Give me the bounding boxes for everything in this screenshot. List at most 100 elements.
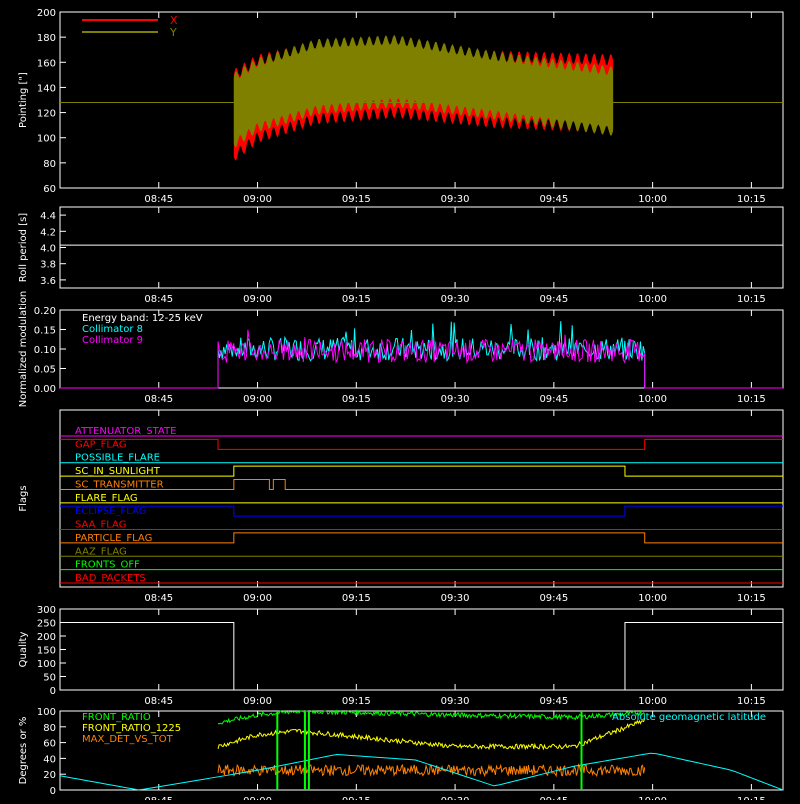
quality-ytick-label: 150 [37, 646, 56, 657]
quality-xtick-label: 10:15 [737, 696, 766, 707]
flag-line-sc-transmitter [60, 478, 783, 490]
flags-xtick-label: 09:30 [441, 593, 470, 604]
modulation-xtick-label: 09:30 [441, 394, 470, 405]
chart-stage: 08:45 09:00 09:15 09:30 09:45 10:00 10:15 60 80 1… [0, 0, 800, 804]
modulation-xtick-label: 10:00 [638, 394, 667, 405]
roll_period-xtick-label: 08:45 [144, 294, 173, 305]
flag-label-attenuator-state: ATTENUATOR_STATE [75, 426, 176, 437]
degrees-xtick-label: 09:45 [539, 796, 568, 800]
quality-xtick-label: 09:00 [243, 696, 272, 707]
quality-ytick-label: 50 [43, 673, 56, 684]
flags-xtick-label: 09:15 [342, 593, 371, 604]
quality-xtick-label: 09:15 [342, 696, 371, 707]
flag-label-saa-flag: SAA_FLAG [75, 520, 126, 531]
pointing-ytick-label: 160 [37, 58, 56, 69]
quality-xtick-label: 08:45 [144, 696, 173, 707]
degrees-ytick-label: 40 [43, 754, 56, 765]
series-y-band [233, 34, 614, 148]
flag-label-sc-transmitter: SC_TRANSMITTER [75, 479, 164, 490]
degrees-ylabel: Degrees or % [18, 717, 29, 785]
modulation-xtick-label: 10:15 [737, 394, 766, 405]
modulation-xtick-label: 09:15 [342, 394, 371, 405]
legend-absolute-geomagnetic-latitude: Absolute geomagnetic latitude [612, 712, 766, 723]
degrees-ytick-label: 80 [43, 723, 56, 734]
roll_period-ytick-label: 4.4 [40, 211, 56, 222]
flag-line-gap-flag [60, 438, 783, 450]
modulation-ytick-label: 0.20 [34, 306, 56, 317]
flag-label-fronts-off: FRONTS_OFF [75, 560, 140, 571]
flags-xtick-label: 09:00 [243, 593, 272, 604]
pointing-ytick-label: 100 [37, 134, 56, 145]
pointing-ytick-label: 60 [43, 184, 56, 195]
quality-ytick-label: 250 [37, 619, 56, 630]
roll_period-ylabel: Roll period [s] [18, 213, 29, 282]
flag-label-gap-flag: GAP_FLAG [75, 439, 127, 450]
flag-label-particle-flag: PARTICLE_FLAG [75, 533, 152, 544]
modulation-ytick-label: 0.00 [34, 384, 56, 395]
pointing-xtick-label: 09:15 [342, 194, 371, 205]
degrees-ytick-label: 60 [43, 739, 56, 750]
pointing-ytick-label: 180 [37, 33, 56, 44]
roll_period-frame [59, 206, 784, 289]
legend-collimator-8: Collimator 8 [82, 324, 143, 335]
series-collimator-8 [60, 321, 783, 389]
energy-band-annotation: Energy band: 12-25 keV [82, 313, 203, 324]
flag-line-eclipse-flag [60, 505, 783, 517]
chart-svg: 08:45 09:00 09:15 09:30 09:45 10:00 10:15 60 80 1… [18, 8, 784, 804]
flag-label-sc-in-sunlight: SC_IN_SUNLIGHT [75, 466, 161, 477]
pointing-xtick-label: 08:45 [144, 194, 173, 205]
modulation-ylabel: Normalized modulation [18, 291, 29, 408]
modulation-xtick-label: 09:45 [539, 394, 568, 405]
flag-label-bad-packets: BAD_PACKETS [75, 573, 146, 584]
flag-label-eclipse-flag: ECLIPSE_FLAG [75, 506, 146, 517]
legend-max-det-vs-tot: MAX_DET_VS_TOT [82, 734, 174, 745]
degrees-xtick-label: 10:15 [737, 796, 766, 800]
quality-ytick-label: 0 [50, 686, 56, 697]
legend-front-ratio-1225: FRONT_RATIO_1225 [82, 723, 181, 734]
modulation-ytick-label: 0.15 [34, 326, 56, 337]
quality-xtick-label: 09:30 [441, 696, 470, 707]
roll_period-xtick-label: 10:15 [737, 294, 766, 305]
pointing-xtick-label: 10:15 [737, 194, 766, 205]
flag-label-possible-flare: POSSIBLE_FLARE [75, 453, 160, 464]
modulation-ytick-label: 0.10 [34, 345, 56, 356]
quality-frame [59, 608, 784, 691]
pointing-ytick-label: 80 [43, 159, 56, 170]
roll_period-xtick-label: 09:45 [539, 294, 568, 305]
quality-ytick-label: 200 [37, 632, 56, 643]
pointing-xtick-label: 09:00 [243, 194, 272, 205]
quality-ylabel: Quality [18, 632, 29, 668]
flags-ylabel: Flags [18, 485, 29, 511]
flags-xtick-label: 10:15 [737, 593, 766, 604]
flag-label-aaz-flag: AAZ_FLAG [75, 546, 127, 557]
legend-collimator-9: Collimator 9 [82, 335, 143, 346]
roll_period-xtick-label: 09:00 [243, 294, 272, 305]
roll_period-xtick-label: 09:30 [441, 294, 470, 305]
pointing-xtick-label: 09:30 [441, 194, 470, 205]
flags-xtick-label: 08:45 [144, 593, 173, 604]
modulation-xtick-label: 08:45 [144, 394, 173, 405]
roll_period-ytick-label: 4.2 [40, 227, 56, 238]
degrees-ytick-label: 20 [43, 770, 56, 781]
modulation-ytick-label: 0.05 [34, 365, 56, 376]
legend-front-ratio: FRONT_RATIO [82, 712, 151, 723]
pointing-xtick-label: 10:00 [638, 194, 667, 205]
pointing-ylabel: Pointing ["] [18, 72, 29, 128]
quality-xtick-label: 09:45 [539, 696, 568, 707]
flag-line-sc-in-sunlight [60, 465, 783, 477]
quality-ytick-label: 100 [37, 659, 56, 670]
degrees-ytick-label: 0 [50, 786, 56, 797]
degrees-xtick-label: 08:45 [144, 796, 173, 800]
flags-xtick-label: 09:45 [539, 593, 568, 604]
degrees-xtick-label: 10:00 [638, 796, 667, 800]
series-absolute-geomagnetic-latitude [59, 752, 784, 791]
quality-xtick-label: 10:00 [638, 696, 667, 707]
flags-xtick-label: 10:00 [638, 593, 667, 604]
pointing-ytick-label: 200 [37, 8, 56, 19]
degrees-xtick-label: 09:15 [342, 796, 371, 800]
degrees-xtick-label: 09:00 [243, 796, 272, 800]
quality-ytick-label: 300 [37, 605, 56, 616]
pointing-ytick-label: 140 [37, 83, 56, 94]
roll_period-ytick-label: 4.0 [40, 244, 56, 255]
series-collimator-9 [60, 329, 783, 389]
